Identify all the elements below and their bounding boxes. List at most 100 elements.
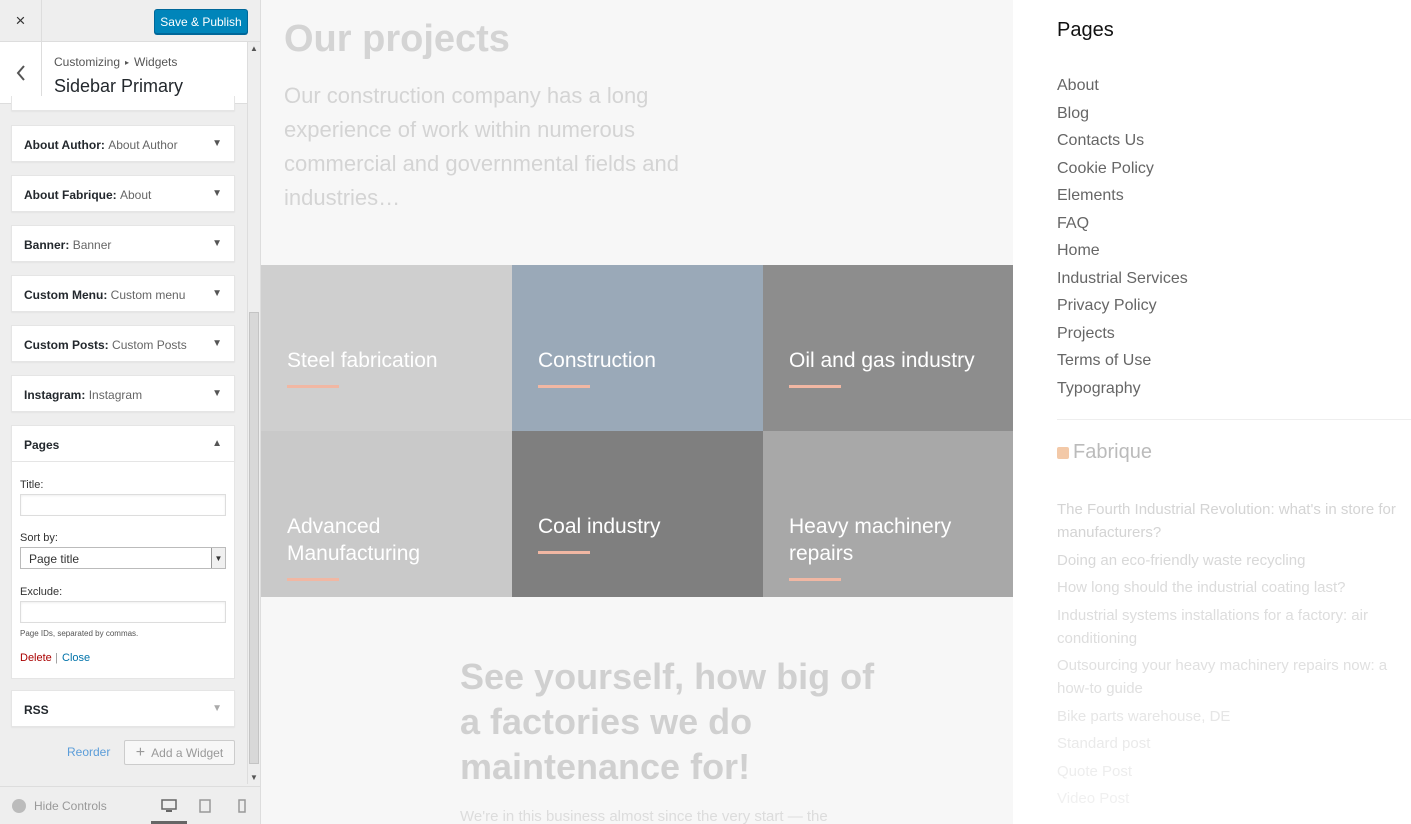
scroll-down-arrow-icon[interactable]: ▼	[250, 773, 258, 782]
mobile-icon	[238, 799, 246, 813]
maintenance-text: We're in this business almost since the …	[460, 808, 828, 824]
widget-about-fabrique[interactable]: About Fabrique: About ▼	[11, 175, 235, 212]
tile-title: Heavy machinery repairs	[789, 515, 952, 565]
breadcrumb: Customizing ▸ Widgets	[54, 55, 177, 69]
desktop-icon	[161, 799, 177, 812]
expand-arrow-icon[interactable]: ▼	[212, 288, 222, 299]
widget-custom-posts[interactable]: Custom Posts: Custom Posts ▼	[11, 325, 235, 362]
tile-underline	[287, 385, 339, 388]
hide-controls-label: Hide Controls	[34, 799, 107, 813]
add-widget-button[interactable]: + Add a Widget	[124, 740, 235, 765]
page-link[interactable]: Contacts Us	[1057, 132, 1188, 160]
dropdown-arrow-icon[interactable]: ▼	[211, 548, 225, 568]
widget-title: Custom menu	[110, 288, 186, 302]
project-tile-heavy-machinery[interactable]: Heavy machinery repairs	[763, 431, 1014, 597]
widget-about-author[interactable]: About Author: About Author ▼	[11, 125, 235, 162]
pages-widget-form: Title: Sort by: Page title ▼ Exclude: Pa…	[11, 462, 235, 679]
device-mobile-button[interactable]	[233, 797, 251, 815]
tile-title: Construction	[538, 349, 656, 372]
widget-rss[interactable]: RSS ▼	[11, 690, 235, 727]
page-link[interactable]: Industrial Services	[1057, 270, 1188, 298]
close-customizer-button[interactable]: ×	[0, 0, 42, 42]
sidebar-divider	[1057, 419, 1411, 420]
sortby-value: Page title	[29, 552, 80, 566]
tile-title: Advanced Manufacturing	[287, 515, 421, 565]
page-link[interactable]: Terms of Use	[1057, 352, 1188, 380]
hide-controls-button[interactable]: Hide Controls	[12, 799, 107, 813]
sortby-select[interactable]: Page title ▼	[20, 547, 226, 569]
back-button[interactable]	[0, 42, 42, 104]
expand-arrow-icon[interactable]: ▼	[212, 238, 222, 249]
page-link[interactable]: Projects	[1057, 325, 1188, 353]
expand-arrow-icon[interactable]: ▼	[212, 388, 222, 399]
rss-widget-heading[interactable]: Fabrique	[1057, 441, 1152, 464]
scrollbar-thumb[interactable]	[249, 312, 259, 764]
collapse-arrow-icon[interactable]: ▲	[212, 438, 222, 449]
maintenance-title: See yourself, how big of a factories we …	[460, 656, 875, 787]
widget-name: Instagram:	[24, 388, 86, 402]
reorder-link[interactable]: Reorder	[67, 745, 110, 759]
site-preview: Our projects Our construction company ha…	[261, 0, 1411, 824]
section-title: Customizing ▸ Widgets Sidebar Primary	[0, 42, 247, 104]
rss-item-link[interactable]: Quote Post	[1057, 760, 1407, 783]
project-tile-oil-gas[interactable]: Oil and gas industry	[763, 265, 1014, 431]
expand-arrow-icon[interactable]: ▼	[212, 703, 222, 714]
exclude-label: Exclude:	[20, 586, 63, 598]
device-desktop-button[interactable]	[160, 797, 178, 815]
customizer-header: × Save & Publish	[0, 0, 260, 42]
tile-underline	[538, 551, 590, 554]
title-input[interactable]	[20, 494, 226, 516]
expand-arrow-icon[interactable]: ▼	[212, 338, 222, 349]
rss-item-link[interactable]: Industrial systems installations for a f…	[1057, 604, 1407, 650]
page-link[interactable]: Elements	[1057, 187, 1188, 215]
tile-underline	[287, 578, 339, 581]
widget-name: Banner:	[24, 238, 70, 252]
widget-name: Pages	[24, 438, 60, 452]
widget-banner[interactable]: Banner: Banner ▼	[11, 225, 235, 262]
customizer-panel: × Save & Publish Customizing ▸ Widgets Sid…	[0, 0, 261, 824]
expand-arrow-icon[interactable]: ▼	[212, 138, 222, 149]
page-link[interactable]: About	[1057, 77, 1188, 105]
rss-item-link[interactable]: The Fourth Industrial Revolution: what's…	[1057, 498, 1407, 544]
close-link[interactable]: Close	[62, 652, 90, 664]
tablet-icon	[199, 799, 211, 813]
title-label: Title:	[20, 479, 44, 491]
delete-link[interactable]: Delete	[20, 652, 52, 664]
rss-item-link[interactable]: Outsourcing your heavy machinery repairs…	[1057, 654, 1407, 700]
rss-item-link[interactable]: Standard post	[1057, 732, 1407, 755]
expand-arrow-icon[interactable]: ▼	[212, 188, 222, 199]
widget-name: RSS	[24, 703, 49, 717]
preview-content: Our projects Our construction company ha…	[261, 0, 1014, 824]
rss-item-link[interactable]: Doing an eco-friendly waste recycling	[1057, 549, 1407, 572]
page-link[interactable]: Home	[1057, 242, 1188, 270]
device-tablet-button[interactable]	[196, 797, 214, 815]
pages-list: About Blog Contacts Us Cookie Policy Element…	[1057, 77, 1188, 407]
rss-item-link[interactable]: How long should the industrial coating l…	[1057, 576, 1407, 599]
widget-pages[interactable]: Pages ▲	[11, 425, 235, 462]
page-link[interactable]: Typography	[1057, 380, 1188, 408]
scroll-up-arrow-icon[interactable]: ▲	[250, 44, 258, 53]
widget-name: Custom Posts:	[24, 338, 109, 352]
widget-name: Custom Menu:	[24, 288, 108, 302]
panel-scrollbar[interactable]: ▲ ▼	[247, 42, 260, 784]
project-tile-steel[interactable]: Steel fabrication	[261, 265, 512, 431]
widget-instagram[interactable]: Instagram: Instagram ▼	[11, 375, 235, 412]
page-link[interactable]: Privacy Policy	[1057, 297, 1188, 325]
breadcrumb-widgets: Widgets	[134, 55, 178, 69]
projects-intro: Our construction company has a long expe…	[284, 83, 679, 210]
page-link[interactable]: FAQ	[1057, 215, 1188, 243]
page-link[interactable]: Cookie Policy	[1057, 160, 1188, 188]
save-publish-button[interactable]: Save & Publish	[154, 9, 248, 34]
page-link[interactable]: Blog	[1057, 105, 1188, 133]
pages-widget-heading: Pages	[1057, 19, 1114, 41]
rss-item-link[interactable]: Video Post	[1057, 787, 1407, 810]
widget-title: Banner	[72, 238, 112, 252]
tile-underline	[789, 578, 841, 581]
project-tile-coal[interactable]: Coal industry	[512, 431, 763, 597]
project-tile-advanced-manufacturing[interactable]: Advanced Manufacturing	[261, 431, 512, 597]
rss-item-link[interactable]: Bike parts warehouse, DE	[1057, 705, 1407, 728]
exclude-input[interactable]	[20, 601, 226, 623]
widget-custom-menu[interactable]: Custom Menu: Custom menu ▼	[11, 275, 235, 312]
project-tile-construction[interactable]: Construction	[512, 265, 763, 431]
widget-title: About	[120, 188, 152, 202]
